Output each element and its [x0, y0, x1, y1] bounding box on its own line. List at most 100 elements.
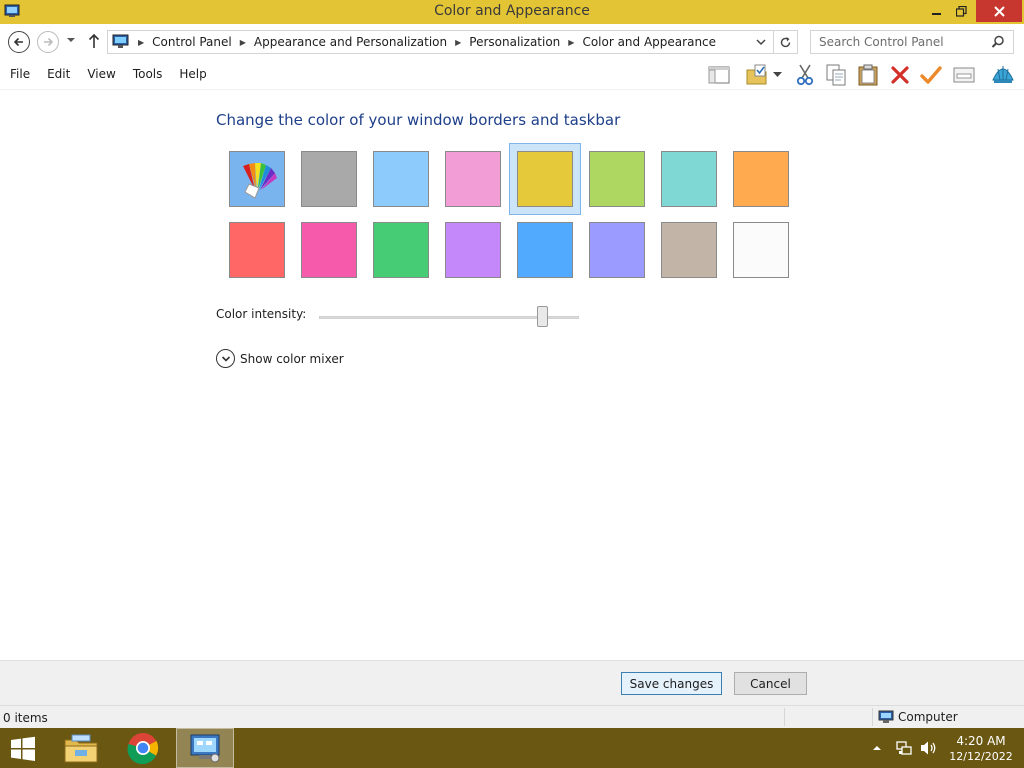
taskbar-chrome[interactable] — [114, 728, 172, 768]
recent-locations-icon[interactable] — [66, 36, 76, 44]
swatch-orange[interactable] — [725, 143, 797, 215]
dropdown-icon — [772, 72, 782, 77]
apply-button[interactable] — [918, 63, 944, 87]
restore-button[interactable] — [946, 0, 976, 22]
menu-bar: File Edit View Tools Help — [10, 67, 224, 81]
windows-start-icon[interactable] — [8, 736, 38, 762]
taskbar-control-panel[interactable] — [176, 728, 234, 768]
chevron-right-icon[interactable]: ▶ — [138, 38, 144, 47]
save-changes-button[interactable]: Save changes — [621, 672, 722, 695]
file-explorer-icon — [64, 734, 98, 763]
intensity-slider-thumb[interactable] — [537, 306, 548, 327]
menu-view[interactable]: View — [87, 67, 115, 81]
chevron-down-icon[interactable] — [755, 35, 767, 49]
swatch-color — [301, 151, 357, 207]
show-color-mixer-toggle[interactable]: Show color mixer — [216, 349, 344, 368]
delete-button[interactable] — [887, 63, 913, 87]
paste-button[interactable] — [855, 63, 881, 87]
cut-button[interactable] — [792, 63, 818, 87]
forward-arrow-icon — [44, 37, 54, 47]
swatch-yellow[interactable] — [509, 143, 581, 215]
shell-button[interactable] — [990, 63, 1016, 87]
breadcrumb: ▶ Control Panel ▶ Appearance and Persona… — [130, 35, 716, 49]
main-content: Change the color of your window borders … — [0, 91, 1024, 660]
copy-button[interactable] — [823, 63, 849, 87]
address-bar[interactable]: ▶ Control Panel ▶ Appearance and Persona… — [107, 30, 774, 54]
delete-icon — [891, 66, 909, 84]
swatch-lime[interactable] — [581, 143, 653, 215]
swatch-magenta[interactable] — [293, 214, 365, 286]
cut-icon — [796, 64, 814, 86]
breadcrumb-control-panel[interactable]: Control Panel — [152, 35, 232, 49]
status-divider — [784, 708, 785, 726]
window-title: Color and Appearance — [434, 3, 590, 19]
swatch-blue[interactable] — [509, 214, 581, 286]
minimize-icon — [932, 13, 941, 15]
network-icon[interactable] — [896, 740, 912, 756]
search-icon[interactable] — [991, 35, 1005, 49]
button-bar: Save changes Cancel — [0, 660, 1024, 705]
chevron-right-icon[interactable]: ▶ — [240, 38, 246, 47]
swatch-red[interactable] — [221, 214, 293, 286]
swatch-sky[interactable] — [365, 143, 437, 215]
item-count: 0 items — [3, 711, 48, 725]
layout-icon — [708, 66, 730, 84]
swatch-teal[interactable] — [653, 143, 725, 215]
menu-help[interactable]: Help — [179, 67, 206, 81]
swatch-color — [661, 222, 717, 278]
show-color-mixer-label: Show color mixer — [240, 351, 344, 366]
swatch-gray[interactable] — [293, 143, 365, 215]
swatch-color — [733, 151, 789, 207]
control-panel-icon — [112, 34, 129, 48]
swatch-color — [661, 151, 717, 207]
title-bar: Color and Appearance — [0, 0, 1024, 24]
up-arrow-icon[interactable] — [87, 32, 101, 50]
expand-chevron — [216, 349, 235, 368]
swatch-taupe[interactable] — [653, 214, 725, 286]
swatch-green[interactable] — [365, 214, 437, 286]
clock-date: 12/12/2022 — [949, 750, 1013, 763]
swatch-purple[interactable] — [437, 214, 509, 286]
breadcrumb-personalization[interactable]: Personalization — [469, 35, 560, 49]
folder-options-button[interactable] — [744, 63, 770, 87]
chevron-right-icon[interactable]: ▶ — [455, 38, 461, 47]
taskbar-file-explorer[interactable] — [52, 728, 110, 768]
chevron-up-icon[interactable] — [872, 744, 882, 752]
menu-edit[interactable]: Edit — [47, 67, 70, 81]
swatch-color — [517, 151, 573, 207]
swatch-color — [301, 222, 357, 278]
back-button[interactable] — [8, 31, 30, 53]
computer-icon — [878, 710, 894, 723]
refresh-button[interactable] — [774, 30, 798, 54]
checkmark-icon — [920, 66, 942, 84]
menu-file[interactable]: File — [10, 67, 30, 81]
taskbar-clock[interactable]: 4:20 AM 12/12/2022 — [948, 733, 1014, 765]
taskbar: 4:20 AM 12/12/2022 — [0, 728, 1024, 768]
chevron-down-icon — [221, 355, 230, 362]
volume-icon[interactable] — [920, 740, 938, 756]
swatch-color — [229, 222, 285, 278]
page-heading: Change the color of your window borders … — [216, 111, 621, 129]
color-palette-icon — [243, 163, 277, 199]
swatch-pink[interactable] — [437, 143, 509, 215]
swatch-automatic[interactable] — [221, 143, 293, 215]
search-box[interactable] — [810, 30, 1014, 54]
swatch-color — [445, 151, 501, 207]
menu-tools[interactable]: Tools — [133, 67, 163, 81]
breadcrumb-color-appearance[interactable]: Color and Appearance — [582, 35, 716, 49]
search-input[interactable] — [819, 31, 989, 53]
swatch-color — [733, 222, 789, 278]
folder-options-dropdown[interactable] — [768, 63, 786, 87]
breadcrumb-appearance[interactable]: Appearance and Personalization — [254, 35, 447, 49]
properties-button[interactable] — [951, 63, 977, 87]
back-arrow-icon — [13, 37, 23, 47]
swatch-periwinkle[interactable] — [581, 214, 653, 286]
cancel-button[interactable]: Cancel — [734, 672, 807, 695]
forward-button[interactable] — [37, 31, 59, 53]
swatch-white[interactable] — [725, 214, 797, 286]
close-button[interactable] — [976, 0, 1022, 22]
layout-button[interactable] — [706, 63, 732, 87]
system-tray — [872, 740, 938, 756]
swatch-color — [445, 222, 501, 278]
chevron-right-icon[interactable]: ▶ — [568, 38, 574, 47]
